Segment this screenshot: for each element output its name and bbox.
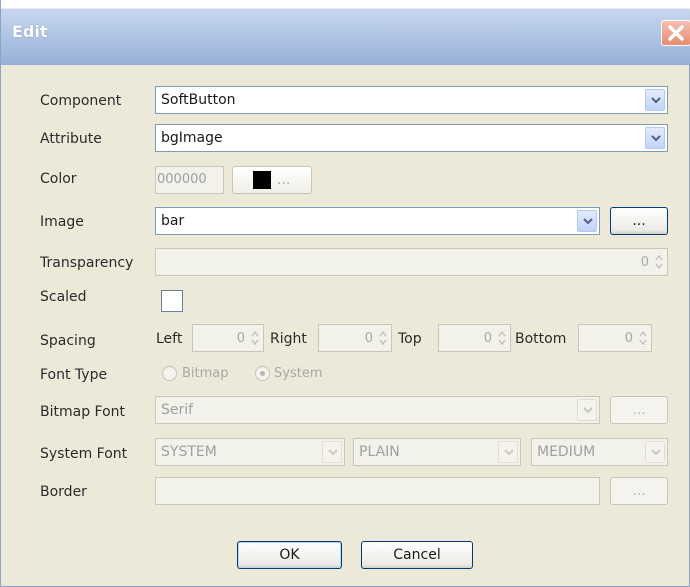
bitmap-font-browse-button[interactable]: ... [610, 396, 668, 424]
system-font-size-value: MEDIUM [537, 444, 596, 460]
system-font-label: System Font [40, 446, 128, 462]
system-font-face-dropdown-button[interactable] [322, 441, 342, 463]
spacing-top-value: 0 [483, 331, 492, 346]
border-label: Border [40, 484, 87, 500]
chevron-down-icon [328, 449, 338, 456]
font-type-label: Font Type [40, 367, 108, 383]
border-browse-button[interactable]: ... [610, 477, 668, 505]
radio-bitmap-label: Bitmap [182, 366, 229, 381]
spacing-bottom-label: Bottom [515, 331, 567, 347]
chevron-down-icon [583, 218, 593, 225]
spinner-arrows-icon [655, 254, 663, 270]
system-font-style-value: PLAIN [359, 444, 400, 460]
component-label: Component [40, 93, 122, 109]
color-picker-ellipsis: ... [277, 172, 291, 188]
image-browse-button[interactable]: ... [610, 207, 668, 235]
system-font-face-select[interactable]: SYSTEM [155, 438, 345, 466]
system-font-style-select[interactable]: PLAIN [353, 438, 521, 466]
radio-selected-dot [260, 371, 265, 376]
spinner-arrows-icon [251, 330, 259, 346]
bitmap-font-value: Serif [161, 402, 194, 418]
image-dropdown-button[interactable] [577, 210, 597, 232]
radio-system-label: System [274, 366, 323, 381]
color-label: Color [40, 171, 77, 187]
bitmap-font-dropdown-button[interactable] [577, 399, 597, 421]
spinner-arrows-icon [639, 330, 647, 346]
edit-dialog: Edit Component SoftButton Attribute bgIm… [0, 0, 690, 587]
spacing-bottom-spinner[interactable]: 0 [578, 324, 652, 352]
attribute-select[interactable]: bgImage [155, 124, 668, 152]
color-swatch [253, 171, 271, 189]
border-field[interactable] [155, 477, 600, 505]
close-icon [668, 25, 684, 41]
bitmap-font-label: Bitmap Font [40, 404, 126, 420]
system-font-face-value: SYSTEM [161, 444, 217, 460]
ok-button[interactable]: OK [237, 541, 342, 569]
component-dropdown-button[interactable] [645, 89, 665, 111]
window-title: Edit [12, 22, 48, 41]
scaled-checkbox[interactable] [161, 290, 183, 312]
chevron-down-icon [651, 449, 661, 456]
spacing-bottom-value: 0 [624, 331, 633, 346]
component-select[interactable]: SoftButton [155, 86, 668, 114]
cancel-button[interactable]: Cancel [361, 541, 473, 569]
image-value: bar [161, 213, 185, 229]
spinner-arrows-icon [498, 330, 506, 346]
bitmap-font-select[interactable]: Serif [155, 396, 600, 424]
chevron-down-icon [651, 135, 661, 142]
spacing-right-value: 0 [364, 331, 373, 346]
spacing-top-label: Top [398, 331, 422, 347]
close-button[interactable] [661, 20, 690, 46]
scaled-label: Scaled [40, 289, 87, 305]
component-value: SoftButton [161, 92, 236, 108]
color-hex-value: 000000 [157, 172, 207, 187]
image-select[interactable]: bar [155, 207, 600, 235]
system-font-style-dropdown-button[interactable] [498, 441, 518, 463]
spacing-left-label: Left [156, 331, 183, 347]
spacing-left-spinner[interactable]: 0 [192, 324, 264, 352]
spacing-right-label: Right [270, 331, 307, 347]
spinner-arrows-icon [379, 330, 387, 346]
chevron-down-icon [651, 97, 661, 104]
transparency-value: 0 [640, 255, 649, 270]
attribute-label: Attribute [40, 131, 102, 147]
title-bar[interactable]: Edit [1, 0, 690, 65]
transparency-spinner[interactable]: 0 [155, 248, 668, 276]
attribute-dropdown-button[interactable] [645, 127, 665, 149]
system-font-size-select[interactable]: MEDIUM [531, 438, 668, 466]
system-font-size-dropdown-button[interactable] [645, 441, 665, 463]
chevron-down-icon [583, 407, 593, 414]
attribute-value: bgImage [161, 130, 223, 146]
transparency-label: Transparency [40, 255, 134, 271]
radio-bitmap[interactable] [162, 366, 177, 381]
spacing-top-spinner[interactable]: 0 [438, 324, 511, 352]
spacing-right-spinner[interactable]: 0 [318, 324, 392, 352]
color-hex-field[interactable]: 000000 [155, 166, 224, 194]
color-picker-button[interactable]: ... [232, 166, 312, 194]
image-label: Image [40, 214, 84, 230]
radio-system[interactable] [255, 366, 270, 381]
spacing-label: Spacing [40, 333, 96, 349]
spacing-left-value: 0 [236, 331, 245, 346]
chevron-down-icon [504, 449, 514, 456]
